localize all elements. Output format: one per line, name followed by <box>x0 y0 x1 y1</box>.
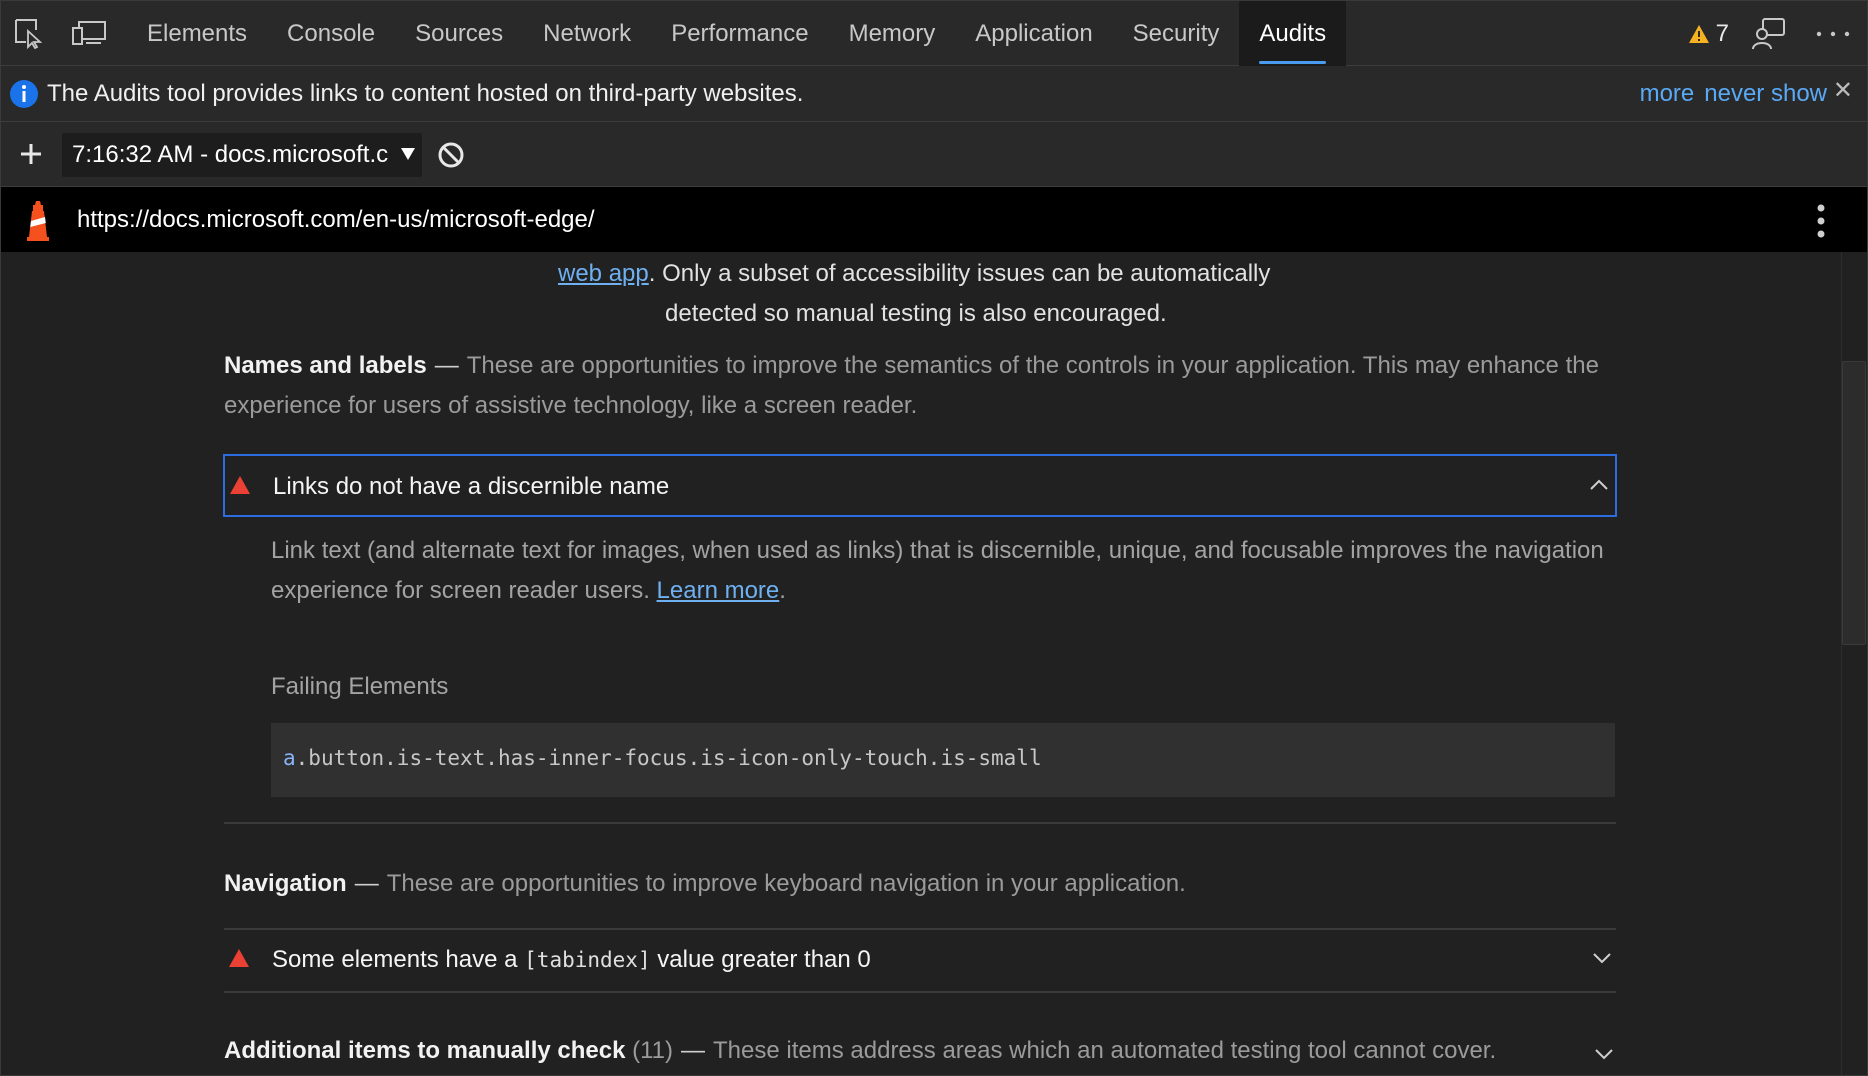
tab-performance[interactable]: Performance <box>651 1 828 66</box>
navigation-title: Navigation <box>224 870 347 897</box>
names-labels-group-header: Names and labels — These are opportunities… <box>224 352 1599 419</box>
info-icon <box>10 80 38 108</box>
navigation-group-header: Navigation — These are opportunities to im… <box>224 870 1186 897</box>
tab-sources[interactable]: Sources <box>395 1 523 66</box>
navigation-description: These are opportunities to improve keybo… <box>386 870 1186 897</box>
more-options-icon[interactable] <box>1813 24 1853 44</box>
panel-tabs: Elements Console Sources Network Perform… <box>127 1 1347 66</box>
third-party-infobar: The Audits tool provides links to conten… <box>1 66 1867 122</box>
clear-all-block-icon[interactable] <box>437 141 465 169</box>
toolbar-right: 7 <box>1688 1 1867 66</box>
tab-audits[interactable]: Audits <box>1239 1 1347 66</box>
tabindex-code: [tabindex] <box>524 948 651 972</box>
audit-title: Some elements have a [tabindex] value gr… <box>272 946 871 974</box>
audits-toolbar: 7:16:32 AM - docs.microsoft.c <box>1 122 1867 187</box>
audit-description: Link text (and alternate text for images… <box>271 531 1611 611</box>
tab-console[interactable]: Console <box>267 1 395 66</box>
chevron-down-icon <box>401 148 415 160</box>
devtools-window: Elements Console Sources Network Perform… <box>0 0 1868 1076</box>
node-selector: .button.is-text.has-inner-focus.is-icon-… <box>295 746 1042 770</box>
devtools-toolbar: Elements Console Sources Network Perform… <box>1 1 1867 66</box>
new-audit-plus-icon[interactable] <box>17 140 45 168</box>
audit-title-pre: Some elements have a <box>272 946 518 973</box>
warnings-counter[interactable]: 7 <box>1688 20 1729 48</box>
device-emulation-icon[interactable] <box>71 19 107 47</box>
report-menu-icon[interactable] <box>1815 203 1827 239</box>
web-app-link[interactable]: web app <box>558 260 649 287</box>
warning-count: 7 <box>1715 19 1729 47</box>
manual-check-group-header[interactable]: Additional items to manually check (11) —… <box>224 1031 1624 1071</box>
audit-title-post: value greater than 0 <box>657 946 871 973</box>
names-labels-description: These are opportunities to improve the s… <box>224 352 1599 419</box>
infobar-never-show-link[interactable]: never show <box>1704 80 1827 108</box>
lighthouse-icon <box>27 201 49 241</box>
report-url-bar: https://docs.microsoft.com/en-us/microso… <box>1 187 1867 252</box>
audit-title: Links do not have a discernible name <box>273 473 670 500</box>
inspect-element-icon[interactable] <box>13 17 45 49</box>
infobar-more-link[interactable]: more <box>1640 80 1695 108</box>
audit-links-discernible-name[interactable]: Links do not have a discernible name <box>223 454 1617 517</box>
tab-memory[interactable]: Memory <box>829 1 956 66</box>
intro-line-2: detected so manual testing is also encou… <box>665 300 1167 327</box>
report-select[interactable]: 7:16:32 AM - docs.microsoft.c <box>62 133 422 177</box>
description-period: . <box>779 577 786 604</box>
close-icon[interactable]: ✕ <box>1833 76 1853 105</box>
tab-application[interactable]: Application <box>955 1 1112 66</box>
report-select-label: 7:16:32 AM - docs.microsoft.c <box>72 141 389 168</box>
chevron-down-icon[interactable] <box>1594 1047 1614 1061</box>
intro-line-1: web app. Only a subset of accessibility … <box>558 260 1270 288</box>
report-url: https://docs.microsoft.com/en-us/microso… <box>77 206 595 233</box>
tab-security[interactable]: Security <box>1113 1 1240 66</box>
chevron-up-icon[interactable] <box>1589 478 1609 492</box>
fail-triangle-icon <box>229 949 249 967</box>
infobar-message: The Audits tool provides links to conten… <box>47 80 804 107</box>
learn-more-link[interactable]: Learn more <box>657 577 780 604</box>
node-tag: a <box>283 746 296 770</box>
manual-check-description: These items address areas which an autom… <box>713 1037 1497 1064</box>
tab-elements[interactable]: Elements <box>127 1 267 66</box>
scrollbar-thumb[interactable] <box>1842 361 1866 645</box>
chevron-down-icon[interactable] <box>1592 951 1612 965</box>
failing-elements-label: Failing Elements <box>271 673 449 700</box>
intro-line-1-text: . Only a subset of accessibility issues … <box>648 260 1271 287</box>
warning-icon <box>1688 24 1709 43</box>
manual-check-count: (11) <box>632 1037 674 1064</box>
fail-triangle-icon <box>230 476 250 494</box>
tab-network[interactable]: Network <box>523 1 651 66</box>
audit-tabindex[interactable]: Some elements have a [tabindex] value gr… <box>224 929 1618 992</box>
divider <box>224 822 1616 824</box>
names-labels-title: Names and labels <box>224 352 427 379</box>
divider <box>224 991 1616 993</box>
feedback-icon[interactable] <box>1751 16 1787 52</box>
audit-description-text: Link text (and alternate text for images… <box>271 537 1604 604</box>
manual-check-title: Additional items to manually check <box>224 1037 626 1064</box>
failing-element-node[interactable]: a.button.is-text.has-inner-focus.is-icon… <box>271 723 1615 797</box>
